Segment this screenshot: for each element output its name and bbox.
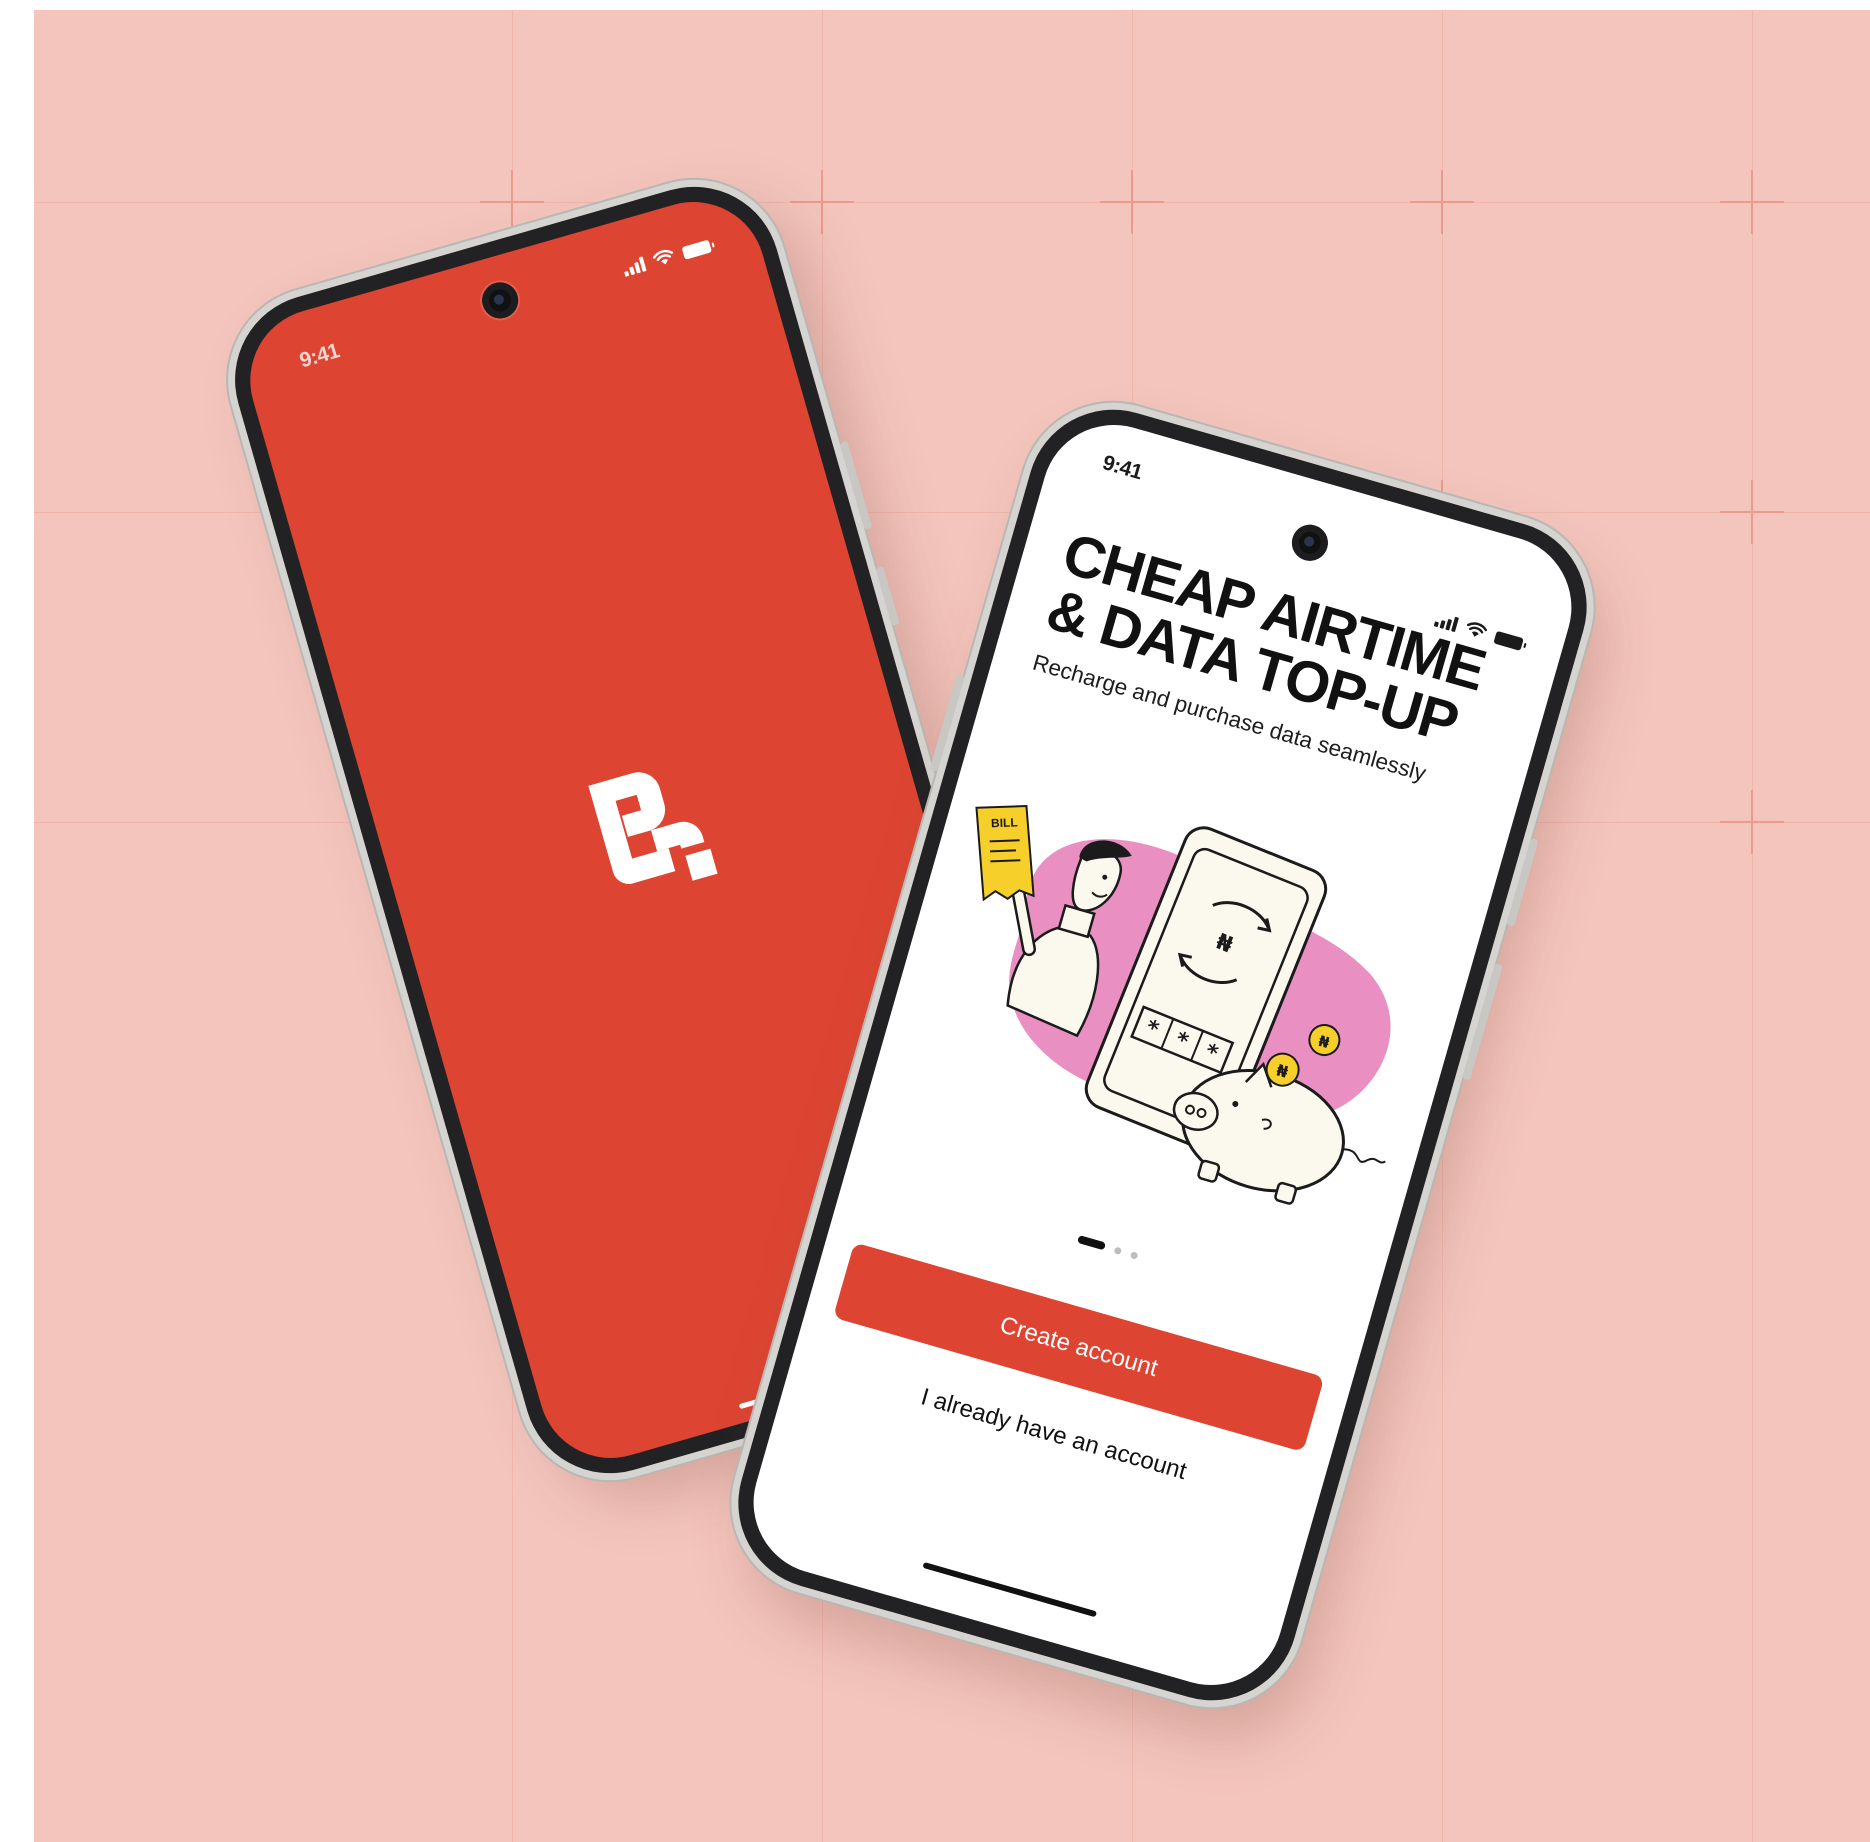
wifi-icon [652,249,674,265]
page-dot[interactable] [1113,1245,1122,1255]
crosshair-marker [1720,480,1784,544]
page-indicator[interactable] [1068,1231,1148,1263]
onboarding-illustration: ₦ * * * BILL ₦ ₦ [975,804,1391,1205]
crosshair-marker [1100,170,1164,234]
brand-logo-icon [588,772,718,884]
battery-icon [681,239,713,260]
crosshair-marker [1720,170,1784,234]
status-icons [619,229,713,277]
crosshair-marker [480,170,544,234]
signal-icon [621,255,647,277]
status-time: 9:41 [297,339,342,373]
front-camera [1287,520,1332,565]
page-dot-active[interactable] [1076,1234,1106,1251]
bill-label: BILL [991,815,1018,830]
front-camera [477,278,523,323]
home-indicator [921,1561,1097,1618]
canvas: 9:41 9:41 CHEAP AIRTIME & DATA TOP-UP Re… [0,0,1870,1842]
page-dot[interactable] [1129,1250,1139,1260]
crosshair-marker [1720,790,1784,854]
crosshair-marker [790,170,854,234]
crosshair-marker [1410,170,1474,234]
status-time: 9:41 [1099,451,1145,485]
grid-line [1752,10,1753,1842]
grid-line [34,202,1870,203]
